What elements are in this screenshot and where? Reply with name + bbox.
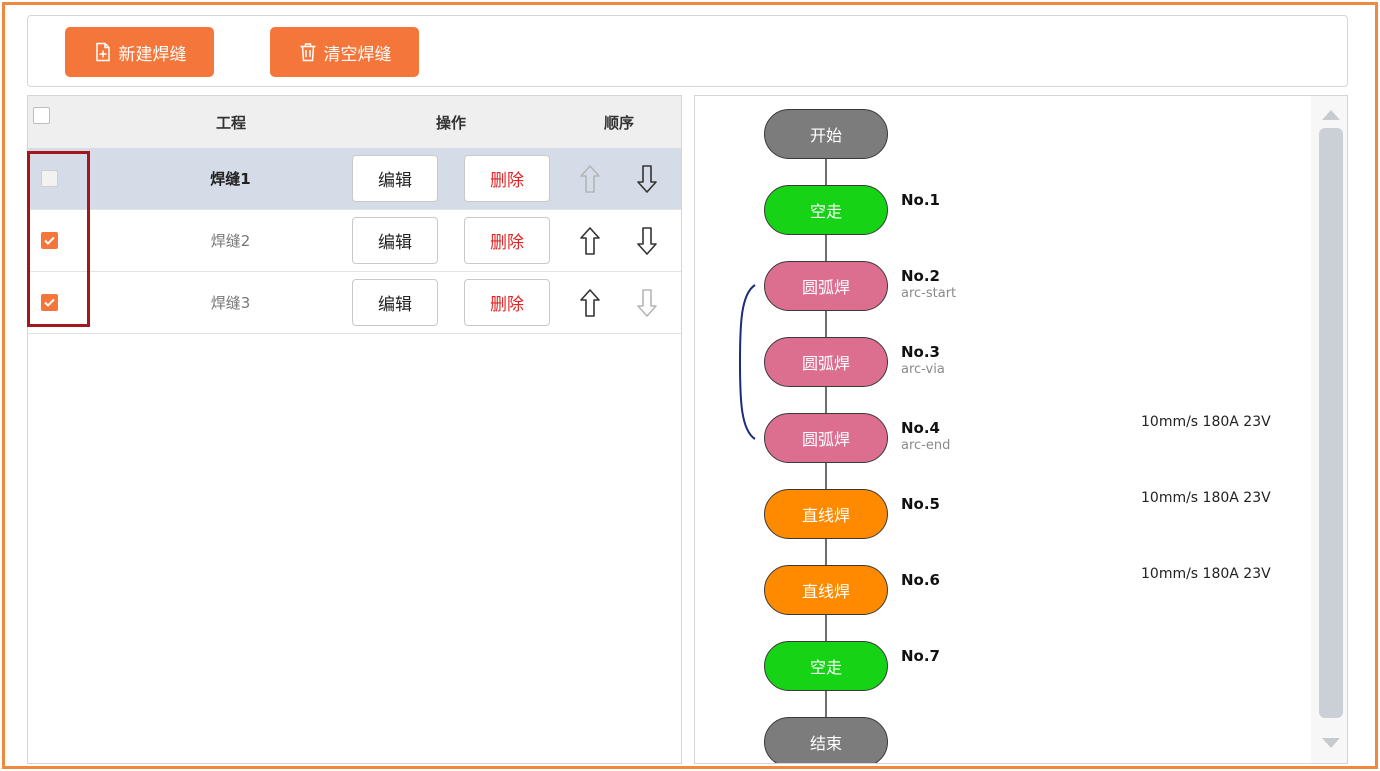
row-checkbox[interactable] xyxy=(41,294,58,311)
table-row[interactable]: 焊缝3 编辑 删除 xyxy=(28,272,681,334)
move-up-icon[interactable] xyxy=(579,288,601,318)
step-number: No.4 xyxy=(901,419,940,437)
step-params: 10mm/s 180A 23V xyxy=(1141,414,1271,430)
step-subtype: arc-end xyxy=(901,438,951,453)
flow-step-node[interactable]: 圆弧焊 xyxy=(764,337,888,387)
vertical-scrollbar[interactable] xyxy=(1311,96,1347,763)
table-header: 工程 操作 顺序 xyxy=(28,96,681,148)
toolbar: 新建焊缝 清空焊缝 xyxy=(27,15,1348,87)
step-number: No.2 xyxy=(901,267,940,285)
step-number: No.6 xyxy=(901,571,940,589)
new-weld-button[interactable]: 新建焊缝 xyxy=(65,27,214,77)
flow-step-node[interactable]: 圆弧焊 xyxy=(764,261,888,311)
flow-end-node[interactable]: 结束 xyxy=(764,717,888,763)
header-action: 操作 xyxy=(436,114,467,132)
weld-name: 焊缝2 xyxy=(210,232,251,250)
trash-icon xyxy=(300,43,315,62)
clear-welds-label: 清空焊缝 xyxy=(323,44,392,65)
delete-button[interactable]: 删除 xyxy=(464,155,550,202)
delete-button[interactable]: 删除 xyxy=(464,279,550,326)
arc-group-bracket xyxy=(739,284,756,440)
step-number: No.1 xyxy=(901,191,940,209)
step-subtype: arc-start xyxy=(901,286,957,301)
row-checkbox[interactable] xyxy=(41,170,58,187)
edit-button[interactable]: 编辑 xyxy=(352,155,438,202)
select-all-checkbox[interactable] xyxy=(33,107,50,124)
move-down-icon[interactable] xyxy=(636,288,658,318)
flow-step-node[interactable]: 空走 xyxy=(764,185,888,235)
flow-step-node[interactable]: 圆弧焊 xyxy=(764,413,888,463)
weld-table: 工程 操作 顺序 焊缝1 编辑 删除 焊缝2 编辑 删除 焊缝3 编辑 删除 xyxy=(27,95,682,764)
move-up-icon[interactable] xyxy=(579,164,601,194)
flow-step-node[interactable]: 直线焊 xyxy=(764,565,888,615)
move-up-icon[interactable] xyxy=(579,226,601,256)
step-number: No.5 xyxy=(901,495,940,513)
edit-button[interactable]: 编辑 xyxy=(352,217,438,264)
step-params: 10mm/s 180A 23V xyxy=(1141,490,1271,506)
table-row[interactable]: 焊缝1 编辑 删除 xyxy=(28,148,681,210)
scroll-down-icon[interactable] xyxy=(1322,738,1340,748)
move-down-icon[interactable] xyxy=(636,164,658,194)
step-number: No.7 xyxy=(901,647,940,665)
header-order: 顺序 xyxy=(604,114,635,132)
move-down-icon[interactable] xyxy=(636,226,658,256)
header-project: 工程 xyxy=(216,114,247,132)
flow-start-node[interactable]: 开始 xyxy=(764,109,888,159)
weld-name: 焊缝1 xyxy=(210,170,251,188)
checkmark-icon xyxy=(44,298,55,307)
delete-button[interactable]: 删除 xyxy=(464,217,550,264)
scroll-up-icon[interactable] xyxy=(1322,110,1340,120)
weld-flow-panel: 开始 空走 No.1 圆弧焊 No.2 arc-start 圆弧焊 No.3 a… xyxy=(694,95,1348,764)
scrollbar-thumb[interactable] xyxy=(1319,128,1343,718)
step-subtype: arc-via xyxy=(901,362,945,377)
checkmark-icon xyxy=(44,236,55,245)
edit-button[interactable]: 编辑 xyxy=(352,279,438,326)
step-number: No.3 xyxy=(901,343,940,361)
file-add-icon xyxy=(95,42,110,62)
new-weld-label: 新建焊缝 xyxy=(118,44,187,65)
flow-step-node[interactable]: 空走 xyxy=(764,641,888,691)
step-params: 10mm/s 180A 23V xyxy=(1141,566,1271,582)
clear-welds-button[interactable]: 清空焊缝 xyxy=(270,27,419,77)
table-row[interactable]: 焊缝2 编辑 删除 xyxy=(28,210,681,272)
weld-name: 焊缝3 xyxy=(210,294,251,312)
flow-step-node[interactable]: 直线焊 xyxy=(764,489,888,539)
row-checkbox[interactable] xyxy=(41,232,58,249)
